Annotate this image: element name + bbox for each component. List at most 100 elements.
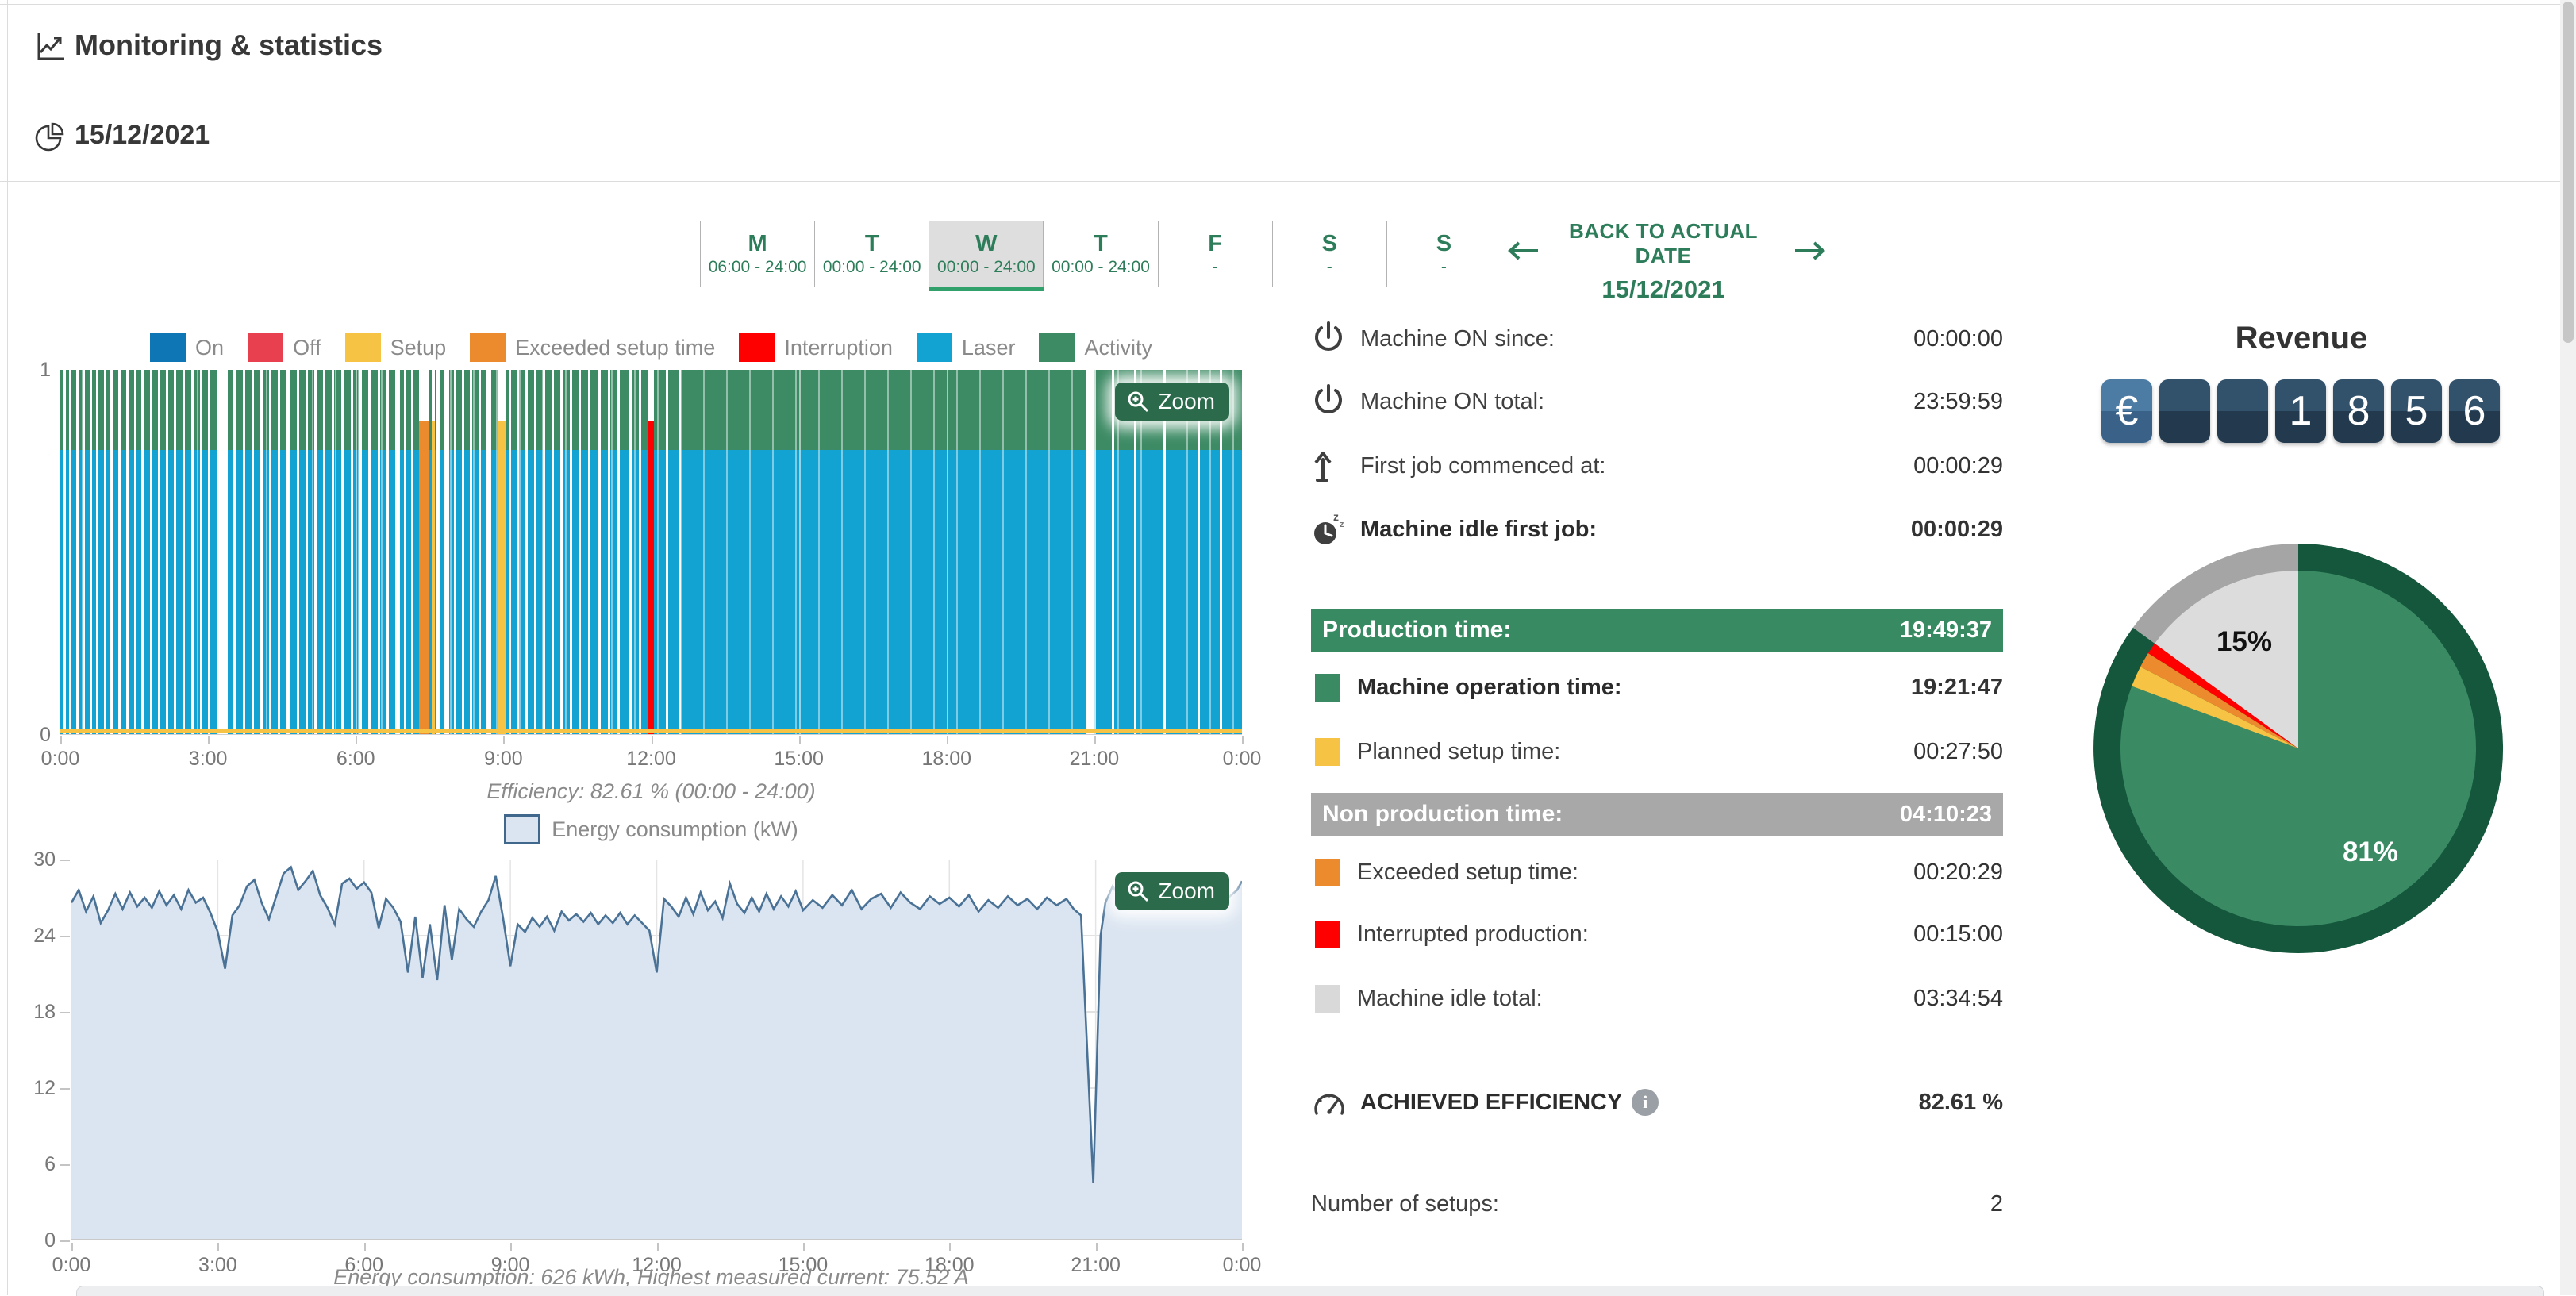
idle-gap-segment (462, 370, 464, 734)
currency-tile: € (2101, 379, 2152, 443)
weekday-hours: - (1441, 258, 1447, 277)
page-left-border (7, 0, 8, 1295)
color-swatch (1315, 921, 1340, 948)
power-icon (1311, 383, 1348, 421)
stat-value: 00:00:00 (1913, 326, 2003, 352)
idle-gap-segment (1086, 370, 1094, 734)
tick-label: 6:00 (336, 748, 375, 771)
weekday-hours: 06:00 - 24:00 (709, 258, 807, 277)
idle-gap-segment (174, 370, 176, 734)
energy-ytick-mark (60, 860, 70, 861)
idle-gap-segment (509, 370, 511, 734)
idle-gap-segment (134, 370, 136, 734)
stat-row-number-of-setups: Number of setups:2 (1311, 1180, 2003, 1228)
weekday-letter: T (865, 231, 879, 257)
tick-label: 0:00 (41, 748, 80, 771)
idle-gap-segment (368, 370, 371, 734)
idle-gap-segment (118, 370, 121, 734)
weekday-letter: F (1208, 231, 1222, 257)
energy-ytick-label: 30 (24, 848, 56, 871)
gauge-icon (1311, 1083, 1348, 1121)
idle-gap-segment (1112, 370, 1114, 734)
stat-value: 00:00:29 (1911, 517, 2003, 543)
weekday-letter: W (975, 231, 997, 257)
idle-gap-segment (286, 370, 290, 734)
idle-gap-segment (552, 370, 554, 734)
back-to-actual-date-label: BACK TO ACTUAL DATE (1544, 219, 1782, 268)
idle-gap-segment (306, 370, 308, 734)
energy-ytick-mark (60, 936, 70, 937)
color-swatch (1315, 738, 1340, 766)
legend-item-exceeded-setup-time: Exceeded setup time (470, 333, 715, 362)
setup-column (498, 370, 506, 734)
idle-gap-segment (323, 370, 325, 734)
next-day-arrow[interactable] (1792, 238, 1827, 263)
idle-gap-segment (297, 370, 299, 734)
machine-timeline-chart[interactable]: Zoom (60, 370, 1242, 735)
stat-value: 00:00:29 (1913, 453, 2003, 479)
idle-gap-segment (351, 370, 353, 734)
time-distribution-pie-chart: 15% 81% (2090, 540, 2506, 956)
legend-swatch (470, 333, 506, 362)
weekday-cell-5[interactable]: S- (1273, 221, 1387, 287)
production-time-banner: Production time:19:49:37 (1311, 609, 2003, 652)
legend-label: Setup (390, 336, 447, 360)
tick-mark (803, 1243, 805, 1251)
scrollbar-thumb[interactable] (2563, 2, 2574, 343)
weekday-cell-0[interactable]: M06:00 - 24:00 (701, 221, 815, 287)
weekday-cell-2[interactable]: W00:00 - 24:00 (929, 221, 1044, 287)
idle-gap-segment (570, 370, 572, 734)
weekday-cell-4[interactable]: F- (1159, 221, 1273, 287)
idle-gap-segment (217, 370, 228, 734)
timeline-zoom-button[interactable]: Zoom (1115, 383, 1229, 421)
previous-day-arrow[interactable] (1506, 238, 1541, 263)
timeline-gridline (799, 370, 801, 734)
tick-mark (1096, 1243, 1098, 1251)
tick-mark (657, 1243, 659, 1251)
title-bar: Monitoring & statistics (0, 0, 2576, 94)
efficiency-caption: Efficiency: 82.61 % (00:00 - 24:00) (60, 779, 1242, 804)
legend-item-off: Off (248, 333, 321, 362)
setup-column (432, 370, 435, 734)
tick-label: 0:00 (1223, 748, 1262, 771)
info-icon[interactable]: i (1632, 1089, 1659, 1116)
idle-gap-segment (1163, 370, 1166, 734)
idle-gap-segment (332, 370, 334, 734)
weekday-cell-3[interactable]: T00:00 - 24:00 (1044, 221, 1158, 287)
idle-gap-segment (639, 370, 641, 734)
first-job-icon (1311, 447, 1348, 485)
energy-ytick-label: 6 (24, 1153, 56, 1176)
tick-label: 12:00 (626, 748, 676, 771)
vertical-scrollbar[interactable] (2560, 0, 2576, 1295)
weekday-cell-6[interactable]: S- (1387, 221, 1501, 287)
weekday-cell-1[interactable]: T00:00 - 24:00 (815, 221, 929, 287)
tick-mark (799, 736, 801, 744)
stat-label: Interrupted production: (1357, 921, 1589, 948)
weekday-hours: 00:00 - 24:00 (1052, 258, 1150, 277)
stat-label: Number of setups: (1311, 1191, 1499, 1217)
back-to-actual-date[interactable]: BACK TO ACTUAL DATE 15/12/2021 (1544, 219, 1782, 304)
idle-gap-segment (166, 370, 168, 734)
interruption-bar (648, 421, 655, 734)
idle-gap-segment (411, 370, 413, 734)
tick-mark (356, 736, 357, 744)
idle-gap-segment (588, 370, 590, 734)
color-swatch (1315, 859, 1340, 886)
idle-gap-segment (278, 370, 280, 734)
weekday-letter: M (748, 231, 767, 257)
idle-gap-segment (404, 370, 406, 734)
energy-legend-label: Energy consumption (kW) (552, 817, 798, 842)
planned-setup-baseline (60, 729, 1242, 733)
legend-item-activity: Activity (1039, 333, 1152, 362)
weekday-hours: 00:00 - 24:00 (823, 258, 921, 277)
energy-zoom-button[interactable]: Zoom (1115, 872, 1229, 910)
timeline-legend: OnOffSetupExceeded setup timeInterruptio… (60, 333, 1242, 362)
tick-mark (947, 736, 948, 744)
idle-gap-segment (90, 370, 92, 734)
weekday-letter: S (1322, 231, 1337, 257)
legend-label: Laser (962, 336, 1016, 360)
energy-consumption-chart[interactable]: Zoom (71, 860, 1242, 1240)
weekday-letter: T (1094, 231, 1108, 257)
weekday-letter: S (1436, 231, 1451, 257)
timeline-ymax-label: 1 (19, 359, 51, 382)
